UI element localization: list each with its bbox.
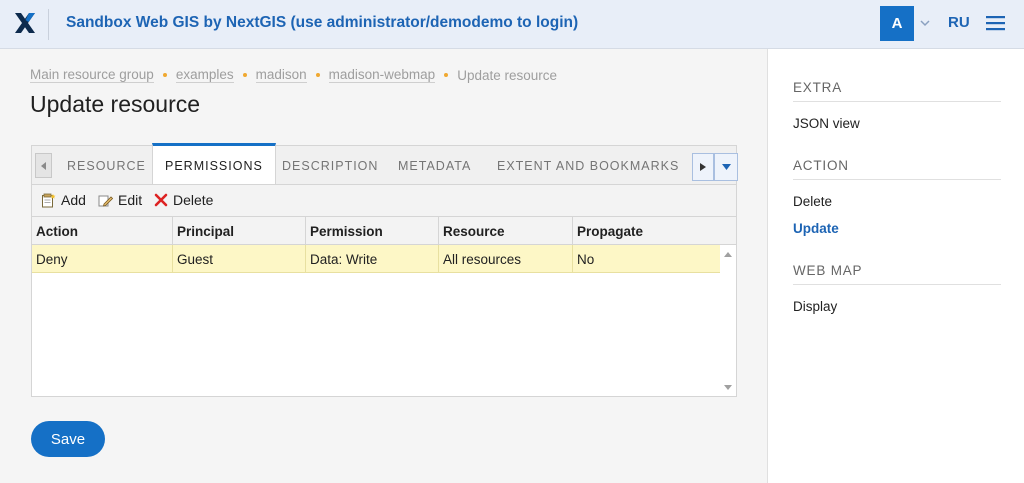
right-sidebar: EXTRA JSON view ACTION Delete Update WEB… [767,49,1024,483]
hamburger-menu-icon[interactable] [986,15,1005,31]
delete-button-label: Delete [173,192,214,208]
tab-extent-and-bookmarks[interactable]: EXTENT AND BOOKMARKS [497,146,679,185]
breadcrumb-link[interactable]: madison [255,67,307,83]
user-avatar-button[interactable]: A [880,6,914,41]
breadcrumb-link[interactable]: madison-webmap [328,67,436,83]
sidebar-item-display[interactable]: Display [793,299,837,314]
sidebar-section-web-map: WEB MAP [793,263,1001,285]
site-title[interactable]: Sandbox Web GIS by NextGIS (use administ… [66,14,578,32]
cell-permission: Data: Write [306,245,439,273]
edit-pencil-icon [98,195,113,207]
sidebar-item-update[interactable]: Update [793,221,839,236]
breadcrumb-separator [162,73,167,77]
edit-button-label: Edit [118,192,143,208]
permissions-toolbar: Add Edit Delete [31,184,737,216]
tab-description[interactable]: DESCRIPTION [282,146,378,185]
triangle-down-icon [721,164,731,170]
breadcrumb: Main resource group examples madison mad… [30,67,557,83]
breadcrumb-separator [444,73,449,77]
tab-list-menu-button[interactable] [714,153,738,181]
add-button[interactable]: Add [41,192,86,208]
grid-scrollbar[interactable] [720,245,736,396]
cell-propagate: No [577,251,595,267]
chevron-down-icon[interactable] [918,16,932,30]
breadcrumb-current: Update resource [457,67,558,83]
column-header-resource[interactable]: Resource [439,217,573,245]
column-header-permission[interactable]: Permission [306,217,439,245]
tab-permissions[interactable]: PERMISSIONS [152,143,276,185]
tab-metadata[interactable]: METADATA [398,146,471,185]
column-header-principal[interactable]: Principal [173,217,306,245]
nextgis-logo-icon[interactable] [13,11,37,35]
page-title: Update resource [30,91,201,117]
sidebar-item-delete[interactable]: Delete [793,194,832,209]
tab-resource[interactable]: RESOURCE [67,146,146,185]
header-divider [48,9,49,40]
edit-button[interactable]: Edit [98,192,142,208]
scroll-up-arrow-icon[interactable] [724,252,732,257]
breadcrumb-link[interactable]: examples [175,67,234,83]
delete-x-icon [154,193,168,207]
delete-button[interactable]: Delete [154,192,213,208]
scroll-down-arrow-icon[interactable] [724,385,732,390]
table-row[interactable]: Deny Guest Data: Write All resources No [32,245,720,273]
top-header: Sandbox Web GIS by NextGIS (use administ… [0,0,1024,49]
breadcrumb-link[interactable]: Main resource group [30,67,154,83]
tab-scroll-right-button[interactable] [692,153,714,181]
triangle-right-icon [700,163,706,171]
cell-resource: All resources [439,245,573,273]
breadcrumb-separator [315,73,320,77]
tab-scroll-left-button[interactable] [35,153,52,178]
add-button-label: Add [61,192,86,208]
cell-principal: Guest [173,245,306,273]
tab-bar: RESOURCE PERMISSIONS DESCRIPTION METADAT… [31,143,738,185]
sidebar-section-extra: EXTRA [793,80,1001,102]
sidebar-item-json-view[interactable]: JSON view [793,116,860,131]
column-header-propagate[interactable]: Propagate [573,217,736,245]
permissions-grid: Action Principal Permission Resource Pro… [31,216,737,397]
save-button[interactable]: Save [31,421,105,457]
grid-header: Action Principal Permission Resource Pro… [32,217,736,245]
cell-action: Deny [32,245,173,273]
add-document-icon [42,193,56,207]
language-switch[interactable]: RU [948,14,970,31]
column-header-action[interactable]: Action [32,217,173,245]
triangle-left-icon [40,161,46,170]
breadcrumb-separator [242,73,247,77]
sidebar-section-action: ACTION [793,158,1001,180]
